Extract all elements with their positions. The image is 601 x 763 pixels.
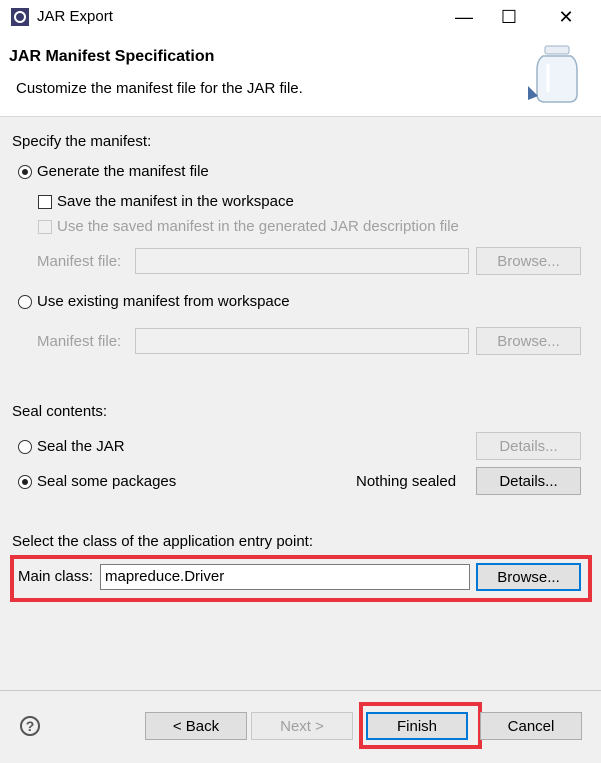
save-manifest-label[interactable]: Save the manifest in the workspace bbox=[57, 193, 294, 210]
generate-manifest-radio[interactable] bbox=[18, 165, 32, 179]
wizard-header: JAR Manifest Specification Customize the… bbox=[0, 34, 601, 117]
page-description: Customize the manifest file for the JAR … bbox=[16, 80, 303, 97]
existing-manifest-file-field[interactable] bbox=[135, 328, 469, 354]
generate-manifest-label[interactable]: Generate the manifest file bbox=[37, 163, 209, 180]
existing-manifest-file-label: Manifest file: bbox=[37, 333, 122, 350]
seal-some-packages-radio[interactable] bbox=[18, 475, 32, 489]
entry-point-section-label: Select the class of the application entr… bbox=[12, 533, 314, 550]
manifest-section-label: Specify the manifest: bbox=[12, 133, 152, 150]
maximize-button[interactable]: ☐ bbox=[486, 0, 532, 34]
footer-separator bbox=[0, 690, 601, 691]
manifest-browse-button[interactable]: Browse... bbox=[476, 247, 581, 275]
seal-some-packages-label[interactable]: Seal some packages bbox=[37, 473, 176, 490]
save-manifest-checkbox[interactable] bbox=[38, 195, 52, 209]
seal-packages-details-button[interactable]: Details... bbox=[476, 467, 581, 495]
cancel-button[interactable]: Cancel bbox=[480, 712, 582, 740]
eclipse-app-icon bbox=[11, 8, 29, 26]
use-saved-manifest-checkbox[interactable] bbox=[38, 220, 52, 234]
main-class-label: Main class: bbox=[18, 568, 94, 585]
page-title: JAR Manifest Specification bbox=[9, 48, 215, 65]
help-icon[interactable]: ? bbox=[20, 716, 40, 736]
seal-jar-details-button[interactable]: Details... bbox=[476, 432, 581, 460]
use-saved-manifest-label: Use the saved manifest in the generated … bbox=[57, 218, 459, 235]
manifest-file-label: Manifest file: bbox=[37, 253, 122, 270]
maximize-icon: ☐ bbox=[500, 6, 518, 27]
finish-button[interactable]: Finish bbox=[366, 712, 468, 740]
main-class-browse-button[interactable]: Browse... bbox=[476, 563, 581, 591]
next-button[interactable]: Next > bbox=[251, 712, 353, 740]
manifest-file-field[interactable] bbox=[135, 248, 469, 274]
close-button[interactable]: ✕ bbox=[543, 0, 589, 34]
use-existing-manifest-label[interactable]: Use existing manifest from workspace bbox=[37, 293, 290, 310]
existing-manifest-browse-button[interactable]: Browse... bbox=[476, 327, 581, 355]
close-icon: ✕ bbox=[558, 6, 574, 27]
minimize-button[interactable]: — bbox=[441, 0, 487, 34]
jar-icon bbox=[526, 42, 584, 106]
main-class-input[interactable]: mapreduce.Driver bbox=[100, 564, 470, 590]
seal-jar-radio[interactable] bbox=[18, 440, 32, 454]
window-title: JAR Export bbox=[37, 8, 113, 25]
seal-section-label: Seal contents: bbox=[12, 403, 108, 420]
minimize-icon: — bbox=[455, 6, 473, 27]
back-button[interactable]: < Back bbox=[145, 712, 247, 740]
title-bar: JAR Export — ☐ ✕ bbox=[0, 0, 601, 34]
seal-jar-label[interactable]: Seal the JAR bbox=[37, 438, 125, 455]
seal-status-text: Nothing sealed bbox=[356, 473, 457, 490]
use-existing-manifest-radio[interactable] bbox=[18, 295, 32, 309]
